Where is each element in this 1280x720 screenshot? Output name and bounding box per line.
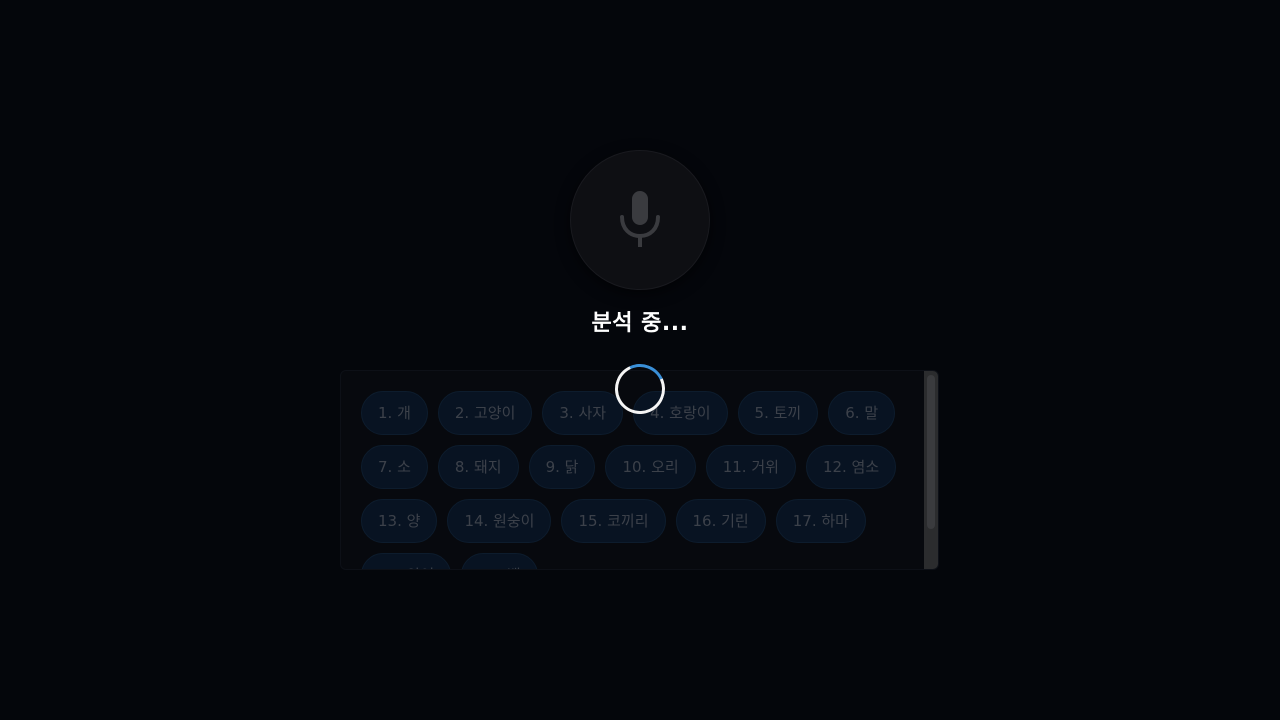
word-chip[interactable]: 1. 개 bbox=[361, 391, 428, 435]
word-chip[interactable]: 11. 거위 bbox=[705, 445, 796, 489]
word-chip[interactable]: 18. 악어 bbox=[361, 553, 452, 569]
word-chip[interactable]: 2. 고양이 bbox=[437, 391, 533, 435]
word-chip[interactable]: 8. 돼지 bbox=[437, 445, 519, 489]
word-chip[interactable]: 5. 토끼 bbox=[737, 391, 819, 435]
word-chip[interactable]: 6. 말 bbox=[828, 391, 896, 435]
word-chip-list: 1. 개 2. 고양이 3. 사자 4. 호랑이 5. 토끼 6. 말 7. 소 8. 돼지 9… bbox=[361, 391, 921, 569]
word-chip[interactable]: 7. 소 bbox=[361, 445, 428, 489]
microphone-icon bbox=[620, 191, 660, 247]
scrollbar[interactable] bbox=[924, 371, 938, 569]
word-chip[interactable]: 14. 원숭이 bbox=[447, 499, 552, 543]
word-chip[interactable]: 9. 닭 bbox=[528, 445, 596, 489]
word-chip[interactable]: 16. 기린 bbox=[675, 499, 766, 543]
word-chip[interactable]: 13. 양 bbox=[361, 499, 438, 543]
word-chip[interactable]: 17. 하마 bbox=[775, 499, 866, 543]
word-chip[interactable]: 15. 코끼리 bbox=[561, 499, 666, 543]
word-chip[interactable]: 19. 뱀 bbox=[461, 553, 538, 569]
analysis-screen: 분석 중... 1. 개 2. 고양이 3. 사자 4. 호랑이 5. 토끼 6. 말 7.… bbox=[0, 0, 1280, 720]
status-text: 분석 중... bbox=[591, 311, 689, 336]
word-chip[interactable]: 10. 오리 bbox=[605, 445, 696, 489]
word-chip[interactable]: 3. 사자 bbox=[542, 391, 624, 435]
microphone-button[interactable] bbox=[570, 150, 710, 290]
word-chip[interactable]: 12. 염소 bbox=[805, 445, 897, 489]
scrollbar-thumb[interactable] bbox=[927, 375, 935, 529]
